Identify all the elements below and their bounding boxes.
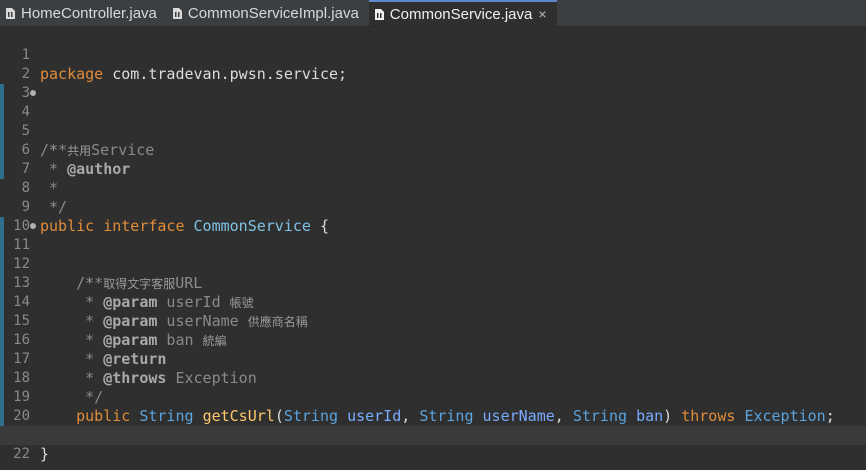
code-line: 8 */: [0, 160, 866, 216]
code-line: 18 */: [0, 350, 866, 406]
code-line: 11 /**: [0, 217, 866, 292]
close-icon[interactable]: ×: [538, 6, 546, 22]
code-line: 9 public interface CommonService {: [0, 179, 866, 235]
java-file-icon: [374, 8, 384, 20]
code-line: 21 }: [0, 407, 866, 463]
code-editor[interactable]: 1 package com.tradevan.pwsn.service; 2 3…: [0, 27, 866, 470]
code-line: 12 * 取得文字客服URL: [0, 236, 866, 292]
code-line: 2: [0, 46, 866, 82]
fold-marker-icon[interactable]: [30, 223, 36, 229]
code-line: 7 *: [0, 141, 866, 197]
code-line: 6 * @author: [0, 122, 866, 178]
code-line: 16 * @return: [0, 312, 866, 368]
editor-tab-bar: HomeController.java CommonServiceImpl.ja…: [0, 0, 866, 27]
tab-label: CommonServiceImpl.java: [187, 4, 359, 22]
code-line: 14 * @param userName 供應商名稱: [0, 274, 866, 330]
code-line: 3: [0, 65, 866, 101]
java-file-icon: [172, 7, 182, 19]
java-file-icon: [6, 7, 15, 19]
code-line: 13 * @param userId 帳號: [0, 255, 866, 311]
code-line: 4 /**: [0, 84, 866, 159]
code-line: 15 * @param ban 統編: [0, 293, 866, 349]
code-line: 17 * @throws Exception: [0, 331, 866, 387]
tab-common-service-impl[interactable]: CommonServiceImpl.java: [167, 0, 369, 26]
code-line: 1 package com.tradevan.pwsn.service;: [0, 27, 866, 83]
tab-home-controller[interactable]: HomeController.java: [0, 0, 167, 26]
current-code-line[interactable]: 22: [0, 426, 866, 462]
code-line: 20: [0, 388, 866, 424]
code-line: 5 * 共用Service: [0, 103, 866, 159]
code-line: 10: [0, 198, 866, 234]
code-line: 19 public String getCsUrl(String userId,…: [0, 369, 866, 425]
line-number: 22: [13, 446, 30, 462]
editor-window: HomeController.java CommonServiceImpl.ja…: [0, 0, 866, 470]
fold-marker-icon[interactable]: [30, 90, 36, 96]
tab-label: CommonService.java: [389, 5, 533, 23]
tab-label: HomeController.java: [21, 4, 157, 22]
tab-common-service[interactable]: CommonService.java ×: [368, 0, 557, 26]
